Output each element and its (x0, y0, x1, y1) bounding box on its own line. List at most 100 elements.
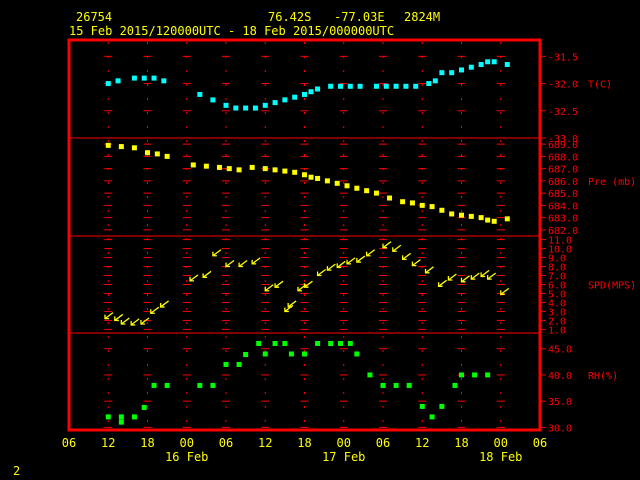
panel-label-rh: RH(%) (588, 371, 618, 382)
data-point-pres (373, 190, 379, 196)
data-point-temp (439, 70, 445, 76)
data-point-rh (141, 404, 147, 410)
data-point-pres (315, 175, 321, 181)
y-tick-label: 40.0 (548, 371, 572, 382)
y-tick-label: 688.0 (548, 152, 578, 163)
data-point-temp (151, 75, 157, 81)
data-point-temp (491, 59, 497, 65)
wind-arrow (251, 257, 261, 265)
y-tick-label: 689.0 (548, 140, 578, 151)
wind-arrow (346, 257, 356, 265)
data-point-rh (406, 382, 412, 388)
data-point-pres (344, 183, 350, 189)
wind-arrow (317, 268, 326, 277)
data-point-temp (403, 83, 409, 89)
date-label: 16 Feb (165, 450, 208, 464)
data-point-pres (429, 204, 435, 210)
data-point-pres (118, 144, 124, 150)
data-point-temp (233, 105, 239, 111)
data-point-pres (272, 167, 278, 173)
data-point-pres (364, 188, 370, 194)
y-tick-label: -32.0 (548, 80, 578, 91)
data-point-pres (419, 202, 425, 208)
data-point-rh (337, 340, 343, 346)
y-tick-label: -32.5 (548, 107, 578, 118)
data-point-pres (400, 199, 406, 205)
data-point-temp (432, 78, 438, 84)
data-point-rh (459, 372, 464, 378)
wind-arrow (150, 306, 160, 314)
data-point-rh (223, 361, 229, 367)
data-point-rh (105, 414, 111, 420)
data-point-rh (164, 382, 170, 388)
wind-arrow (402, 252, 412, 260)
data-point-temp (449, 70, 455, 76)
data-point-rh (210, 382, 216, 388)
y-tick-label: 686.0 (548, 177, 578, 188)
y-tick-label: 684.0 (548, 201, 578, 212)
data-point-temp (292, 94, 298, 100)
y-tick-label: 1.0 (548, 325, 566, 336)
wind-arrow (366, 249, 376, 257)
data-point-pres (282, 168, 288, 174)
data-point-temp (131, 75, 137, 81)
data-point-pres (262, 166, 268, 172)
data-point-temp (161, 78, 167, 84)
wind-arrow (238, 260, 248, 268)
data-point-temp (347, 83, 353, 89)
wind-arrow (425, 266, 434, 274)
data-point-pres (409, 200, 415, 206)
data-point-temp (210, 97, 216, 103)
data-point-rh (236, 361, 242, 367)
data-point-temp (426, 81, 432, 87)
wind-arrow (438, 279, 447, 287)
data-point-temp (393, 83, 399, 89)
data-point-rh (393, 382, 399, 388)
wind-arrow (470, 272, 480, 280)
y-tick-label: 35.0 (548, 397, 572, 408)
data-point-pres (334, 180, 340, 186)
wind-arrow (212, 249, 222, 257)
data-point-temp (357, 83, 363, 89)
wind-arrow (392, 244, 402, 252)
data-point-pres (485, 217, 491, 223)
y-tick-label: 30.0 (548, 423, 572, 434)
data-point-temp (485, 59, 491, 65)
data-point-rh (197, 382, 203, 388)
y-tick-label: 685.0 (548, 189, 578, 200)
wind-arrow (264, 284, 274, 292)
y-tick-label: 683.0 (548, 214, 578, 225)
data-point-rh (282, 340, 288, 346)
data-point-temp (272, 100, 278, 106)
data-point-pres (203, 163, 209, 169)
data-point-temp (141, 75, 147, 81)
data-point-pres (190, 162, 196, 168)
data-point-pres (216, 164, 222, 170)
wind-arrow (130, 318, 140, 326)
data-point-temp (282, 97, 288, 103)
x-tick-label: 00 (180, 436, 194, 450)
data-point-rh (419, 403, 425, 409)
data-point-rh (367, 372, 373, 378)
data-point-rh (302, 351, 307, 357)
data-point-pres (131, 145, 137, 151)
data-point-pres (449, 211, 455, 217)
data-point-rh (256, 340, 262, 346)
panel-label-temp: T(C) (588, 80, 612, 91)
data-point-pres (439, 207, 445, 213)
data-point-rh (472, 372, 478, 378)
data-point-temp (373, 83, 379, 89)
data-point-rh (485, 372, 491, 378)
y-tick-label: 45.0 (548, 345, 572, 356)
wind-arrow (160, 300, 169, 308)
data-point-pres (302, 172, 307, 178)
x-tick-label: 12 (415, 436, 429, 450)
wind-arrow (120, 317, 130, 325)
data-point-temp (478, 62, 484, 67)
x-tick-label: 06 (62, 436, 76, 450)
data-point-temp (223, 102, 229, 108)
data-point-temp (413, 83, 419, 89)
data-point-rh (243, 351, 249, 357)
data-point-pres (468, 213, 474, 219)
data-point-pres (145, 150, 150, 156)
